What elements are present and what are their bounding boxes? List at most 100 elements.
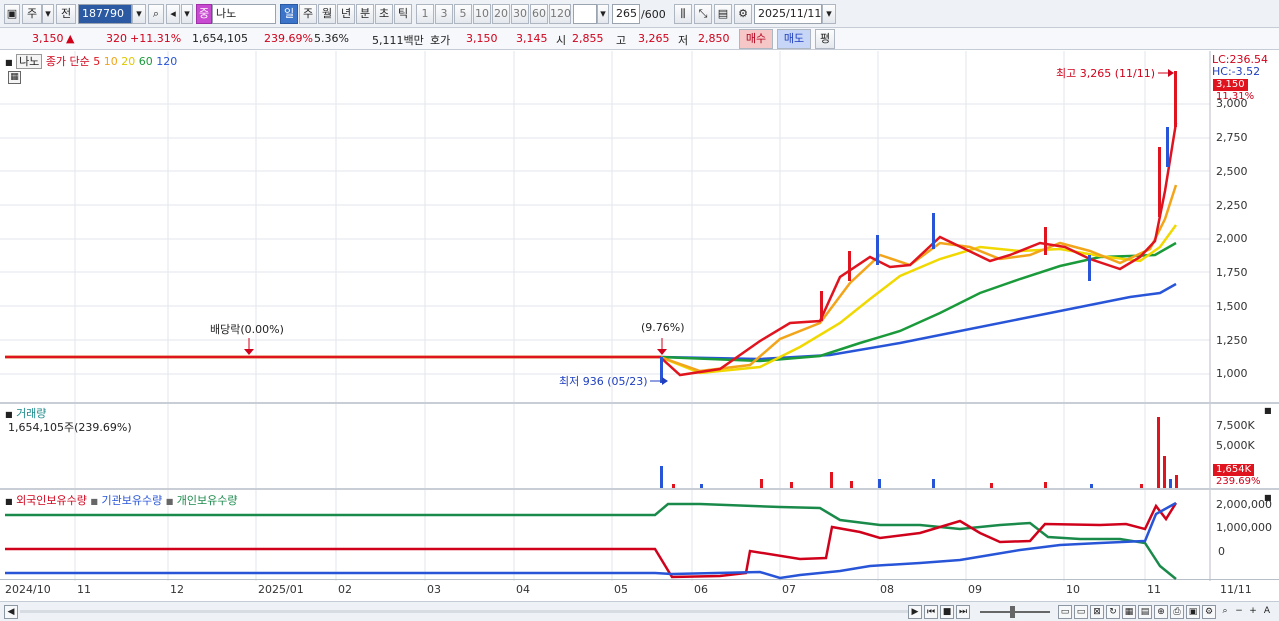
table-icon[interactable]: ▦	[8, 71, 21, 84]
custom-interval-input[interactable]	[573, 4, 597, 24]
low-arrow-icon	[662, 377, 668, 385]
interval-20-button[interactable]: 20	[492, 4, 510, 24]
price-tag: 3,150	[1213, 79, 1248, 91]
x-tick: 05	[614, 583, 628, 596]
candle-type-icon[interactable]: ⫼	[674, 4, 692, 24]
market-dropdown-icon[interactable]: ▾	[42, 4, 54, 24]
text-size-icon[interactable]: A	[1260, 605, 1274, 619]
calendar-icon[interactable]: ▾	[822, 4, 836, 24]
period-tick-button[interactable]: 틱	[394, 4, 412, 24]
scrollbar-track[interactable]	[20, 610, 910, 613]
last-page-icon[interactable]: ⏭	[956, 605, 970, 619]
sell-button[interactable]: 매도	[777, 29, 811, 49]
pane-collapse-icon[interactable]: ■	[5, 58, 13, 67]
current-price: 3,150	[32, 32, 64, 45]
x-tick: 12	[170, 583, 184, 596]
period-year-button[interactable]: 년	[337, 4, 355, 24]
scroll-left-icon[interactable]: ◀	[4, 605, 18, 619]
ma10-line	[5, 184, 1178, 373]
pane-separator	[0, 402, 1279, 404]
stock-name-label[interactable]: 나노	[16, 54, 43, 69]
sound-icon[interactable]: ◂	[166, 4, 180, 24]
ma20-line	[5, 224, 1178, 375]
volume-y-tick: 5,000K	[1216, 439, 1255, 452]
pane-collapse-icon[interactable]: ■	[5, 497, 13, 506]
line-tool-icon[interactable]: ⤡	[694, 4, 712, 24]
y-tick: 2,250	[1216, 199, 1248, 212]
print-icon[interactable]: ⎙	[1170, 605, 1184, 619]
prev-button[interactable]: 전	[56, 4, 76, 24]
zoom-out-icon[interactable]: −	[1232, 605, 1246, 619]
x-tick: 08	[880, 583, 894, 596]
period-month-button[interactable]: 월	[318, 4, 336, 24]
data-count-input[interactable]: 265	[612, 4, 640, 24]
x-tick: 07	[782, 583, 796, 596]
zoom-in-icon[interactable]: +	[1246, 605, 1260, 619]
indicator-icon[interactable]: ⊠	[1090, 605, 1104, 619]
stop-icon[interactable]: ■	[940, 605, 954, 619]
y-tick: 1,250	[1216, 334, 1248, 347]
chart-config-icon[interactable]: ⚙	[1202, 605, 1216, 619]
dividend-arrow-icon	[244, 349, 254, 355]
x-tick: 04	[516, 583, 530, 596]
period-day-button[interactable]: 일	[280, 4, 298, 24]
settings-gear-icon[interactable]: ⚙	[734, 4, 752, 24]
pane-maximize-icon[interactable]: ■	[1264, 406, 1272, 415]
search-icon[interactable]: ⌕	[148, 4, 164, 24]
ma60-label: 60	[138, 55, 153, 68]
market-select[interactable]: 주	[22, 4, 42, 24]
save-icon[interactable]: ▤	[714, 4, 732, 24]
date-input[interactable]: 2025/11/11	[754, 4, 822, 24]
quote-bar: 3,150 ▲ 320 +11.31% 1,654,105 239.69% 5.…	[0, 28, 1279, 50]
crosshair-icon[interactable]: ⊕	[1154, 605, 1168, 619]
institution-holding-label: 기관보유수량	[101, 494, 163, 507]
y-tick: 2,500	[1216, 165, 1248, 178]
period-week-button[interactable]: 주	[299, 4, 317, 24]
interval-1-button[interactable]: 1	[416, 4, 434, 24]
zoom-slider[interactable]	[980, 611, 1050, 613]
period-minute-button[interactable]: 분	[356, 4, 374, 24]
layout-icon[interactable]: ▤	[1138, 605, 1152, 619]
up-arrow-icon: ▲	[66, 32, 75, 45]
low-price: 2,850	[698, 32, 730, 45]
chart-area[interactable]: ■ 나노 종가 단순 5 10 20 60 120 ▦ LC:236.54 HC…	[0, 51, 1279, 601]
interval-120-button[interactable]: 120	[549, 4, 571, 24]
zoom-icon[interactable]: ⌕	[1218, 605, 1232, 619]
x-tick: 10	[1066, 583, 1080, 596]
turnover-rate: 5.36%	[314, 32, 349, 45]
x-tick: 2024/10	[5, 583, 51, 596]
pane-separator	[0, 488, 1279, 490]
hc-label: HC:-3.52	[1212, 65, 1261, 78]
custom-interval-dropdown-icon[interactable]: ▾	[597, 4, 609, 24]
period-second-button[interactable]: 초	[375, 4, 393, 24]
interval-30-button[interactable]: 30	[511, 4, 529, 24]
ask-label: 호가	[430, 34, 451, 47]
refresh-icon[interactable]: ↻	[1106, 605, 1120, 619]
low-label: 저	[678, 34, 689, 47]
pane-collapse-icon[interactable]: ■	[5, 410, 13, 419]
volume-value: 1,654,105	[192, 32, 248, 45]
first-page-icon[interactable]: ⏮	[924, 605, 938, 619]
stock-code-input[interactable]: 187790	[78, 4, 132, 24]
stock-name-field[interactable]: 나노	[212, 4, 276, 24]
interval-5-button[interactable]: 5	[454, 4, 472, 24]
compare-icon[interactable]: ▭	[1074, 605, 1088, 619]
dividend-note-2: (9.76%)	[641, 321, 685, 334]
price-change: 320	[106, 32, 127, 45]
layout-icon[interactable]: ▣	[4, 4, 20, 24]
zoom-slider-handle[interactable]	[1010, 606, 1015, 618]
code-dropdown-icon[interactable]: ▾	[132, 4, 146, 24]
chart-canvas	[0, 51, 1279, 581]
grid-icon[interactable]: ▦	[1122, 605, 1136, 619]
evaluation-button[interactable]: 평	[815, 29, 835, 49]
save-icon[interactable]: ▣	[1186, 605, 1200, 619]
interval-60-button[interactable]: 60	[530, 4, 548, 24]
scroll-right-icon[interactable]: ▶	[908, 605, 922, 619]
trade-amount: 5,111백만	[372, 34, 424, 47]
holding-legend: ■ 외국인보유수량 ■ 기관보유수량 ■ 개인보유수량	[5, 494, 238, 507]
copy-icon[interactable]: ▭	[1058, 605, 1072, 619]
sound-dropdown-icon[interactable]: ▾	[181, 4, 193, 24]
interval-3-button[interactable]: 3	[435, 4, 453, 24]
interval-10-button[interactable]: 10	[473, 4, 491, 24]
buy-button[interactable]: 매수	[739, 29, 773, 49]
